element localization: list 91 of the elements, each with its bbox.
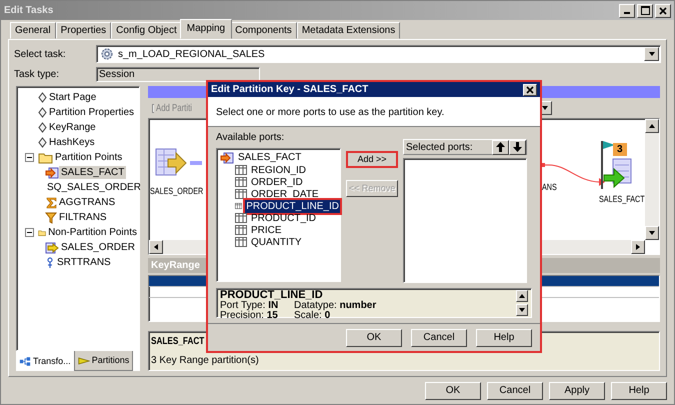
tree-item[interactable]: FILTRANS — [57, 211, 109, 224]
move-down-button[interactable] — [509, 140, 526, 154]
gear-icon — [100, 47, 114, 61]
add-button[interactable]: Add >> — [346, 151, 398, 168]
tab[interactable]: Mapping — [180, 19, 232, 39]
tree-item[interactable]: Partition Points — [53, 151, 124, 164]
page-icon — [38, 137, 47, 148]
column-icon — [235, 189, 247, 199]
page-icon — [38, 122, 47, 133]
port-item[interactable]: ORDER_ID — [250, 176, 304, 188]
window-title: Edit Tasks — [4, 4, 54, 17]
minimize-icon — [624, 12, 630, 14]
port-item[interactable]: QUANTITY — [250, 236, 303, 248]
scroll-up-button[interactable] — [516, 290, 528, 302]
column-icon — [235, 165, 247, 175]
port-scale: Scale: 0 — [294, 310, 330, 320]
page-icon — [38, 92, 47, 103]
tab[interactable]: General — [10, 22, 56, 39]
tree-item[interactable]: Start Page — [47, 91, 98, 104]
tab[interactable]: Components — [230, 22, 297, 39]
instruction-text: Select one or more ports to use as the partition key. — [216, 107, 444, 118]
folder-icon — [38, 152, 53, 164]
target-icon — [220, 152, 234, 164]
tab[interactable]: Properties — [56, 22, 112, 39]
column-icon — [235, 237, 247, 247]
port-item[interactable]: PRICE — [250, 224, 283, 236]
node-label: ANS — [542, 181, 557, 194]
column-icon — [235, 225, 247, 235]
close-button[interactable] — [523, 84, 537, 96]
info-summary: 3 Key Range partition(s) — [151, 354, 260, 367]
dialog-button[interactable]: Cancel — [411, 329, 467, 347]
tree-item[interactable]: Non-Partition Points — [46, 226, 139, 239]
sigma-icon — [45, 196, 57, 208]
tree-item[interactable]: SALES_ORDER — [59, 241, 137, 254]
tree-item[interactable]: KeyRange — [47, 121, 98, 134]
tree-item[interactable]: AGGTRANS — [57, 196, 118, 209]
info-title: SALES_FACT — [151, 335, 204, 348]
close-icon — [659, 6, 667, 14]
port-item[interactable]: ORDER_DATE — [250, 188, 320, 200]
task-dropdown[interactable]: s_m_LOAD_REGIONAL_SALES — [96, 45, 661, 63]
close-icon — [526, 86, 534, 94]
tree-item[interactable]: SALES_FACT — [59, 166, 126, 179]
port-name: PRODUCT_LINE_ID — [220, 290, 324, 301]
network-icon — [19, 356, 31, 366]
panel-tab[interactable]: Partitions — [74, 351, 134, 371]
tree-item[interactable]: SRTTRANS — [55, 256, 113, 269]
port-precision: Precision: 15 — [220, 310, 279, 320]
scroll-down-button[interactable] — [516, 304, 528, 316]
dialog-button[interactable]: OK — [425, 382, 481, 400]
column-icon — [235, 213, 247, 223]
tree-item[interactable]: Partition Properties — [47, 106, 136, 119]
dialog-button[interactable]: Cancel — [487, 382, 543, 400]
funnel-icon — [45, 212, 57, 224]
task-type-field: Session — [96, 67, 260, 82]
tab[interactable]: Config Object — [111, 22, 182, 39]
field-label: Selected ports: — [406, 140, 473, 154]
port-item[interactable]: REGION_ID — [250, 164, 308, 176]
port-datatype: Datatype: number — [294, 301, 378, 310]
tree-item[interactable]: SALES_FACT — [238, 151, 302, 164]
tab[interactable]: Metadata Extensions — [296, 22, 400, 39]
maximize-icon — [640, 6, 650, 15]
selected-ports-list[interactable] — [403, 158, 527, 283]
port-item[interactable]: PRODUCT_ID — [250, 212, 318, 224]
page-icon — [38, 107, 47, 118]
maximize-button[interactable] — [637, 4, 653, 18]
close-button[interactable] — [655, 4, 671, 18]
tree-item[interactable]: HashKeys — [47, 136, 97, 149]
dialog-button[interactable]: Help — [611, 382, 667, 400]
field-label: Select task: — [14, 48, 67, 60]
triangle-icon — [78, 356, 90, 364]
target-icon — [45, 166, 59, 178]
column-icon — [235, 177, 247, 187]
node-label: SALES_ORDER — [150, 185, 204, 198]
collapse-icon[interactable] — [25, 228, 34, 237]
port-item[interactable]: PRODUCT_LINE_ID — [245, 200, 340, 212]
move-up-button[interactable] — [492, 140, 509, 154]
dialog-title: Edit Partition Key - SALES_FACT — [211, 83, 368, 96]
ports-list[interactable]: SALES_FACT REGION_ID ORDER_ID ORDER_DATE PRODUCT_LINE_ID PRODUCT_ID PRICE QUANTITY — [216, 148, 341, 282]
column-icon — [235, 201, 242, 211]
field-label: Available ports: — [216, 131, 284, 144]
field-label: Task type: — [14, 68, 60, 81]
dialog-button[interactable]: OK — [346, 329, 402, 347]
node-label: SALES_FACT — [599, 193, 645, 206]
vertical-scrollbar[interactable] — [645, 119, 659, 240]
port-type: Port Type: IN — [220, 301, 280, 310]
partition-count-badge: 3 — [613, 143, 627, 156]
source-icon — [45, 242, 59, 254]
dialog-button[interactable]: Help — [476, 329, 532, 347]
minimize-button[interactable] — [619, 4, 635, 18]
collapse-icon[interactable] — [25, 153, 34, 162]
dialog-button[interactable]: Apply — [549, 382, 605, 400]
